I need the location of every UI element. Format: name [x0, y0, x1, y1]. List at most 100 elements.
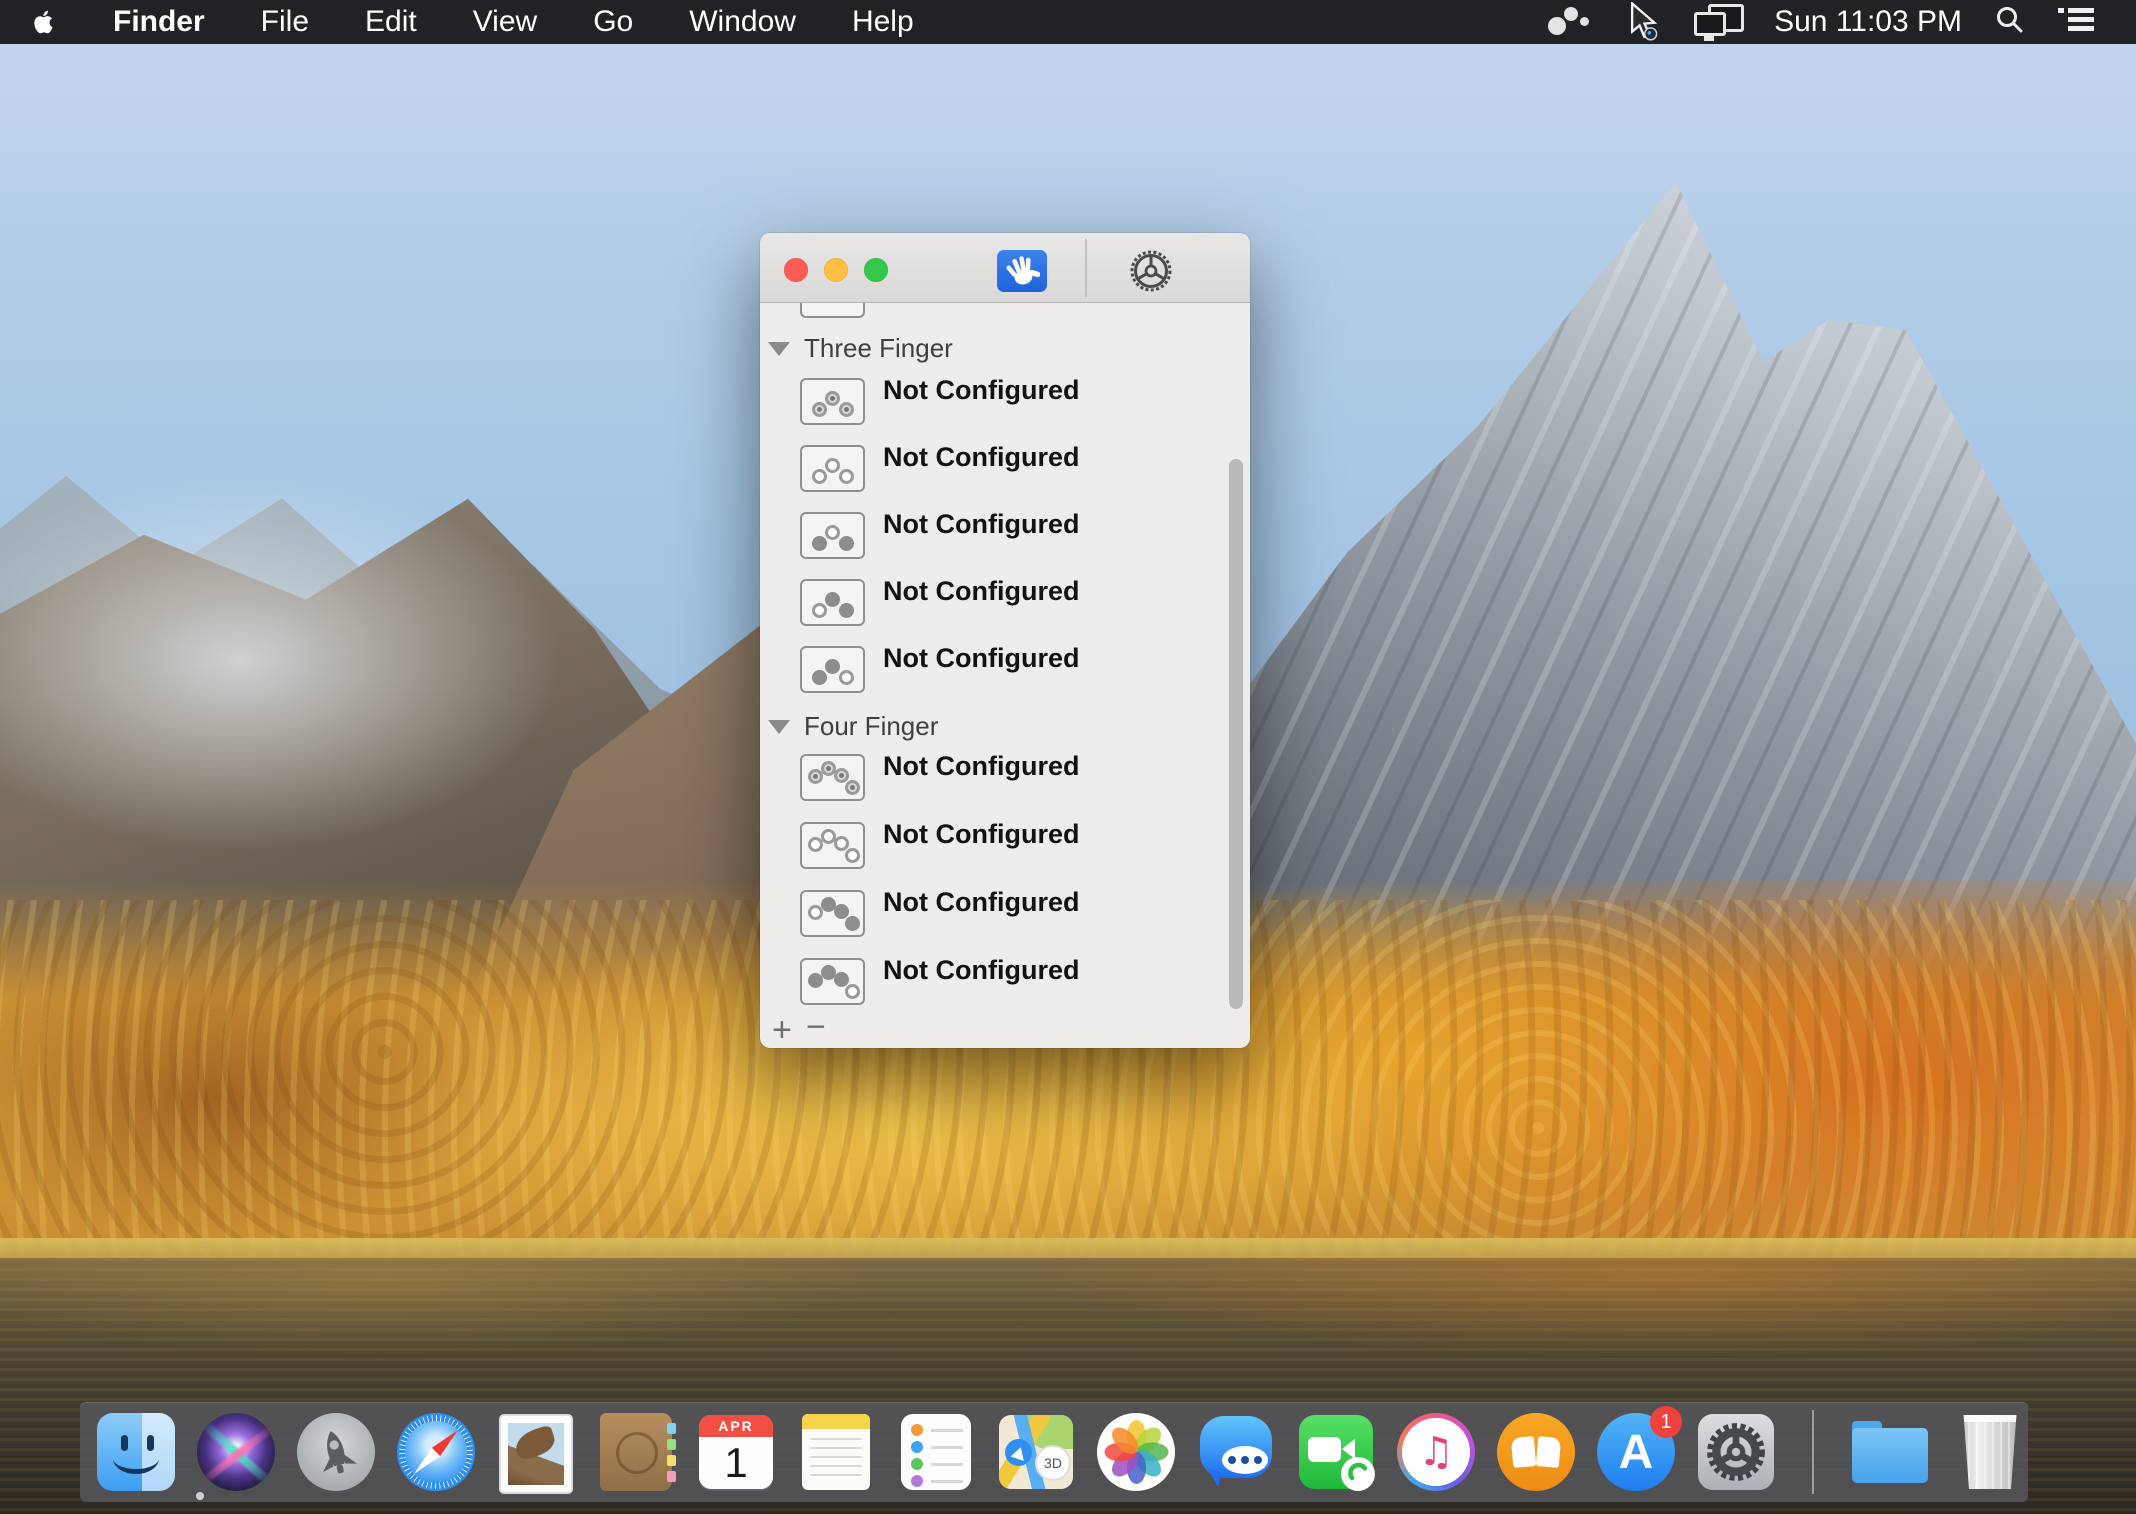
dock-item-system-preferences[interactable]	[1696, 1412, 1776, 1492]
dock-item-photos[interactable]	[1096, 1412, 1176, 1492]
section-header-four-finger[interactable]: Four Finger	[768, 711, 938, 742]
menu-item-edit[interactable]: Edit	[365, 5, 417, 39]
gesture-icon-partial[interactable]	[800, 303, 865, 318]
dock-item-mail[interactable]	[496, 1412, 576, 1492]
finder-icon	[97, 1413, 175, 1491]
gesture-action-label[interactable]: Not Configured	[883, 887, 1079, 918]
dock-item-app-store[interactable]: A 1	[1596, 1412, 1676, 1492]
facetime-camera-icon	[1299, 1415, 1373, 1489]
close-button[interactable]	[784, 258, 808, 282]
gesture-action-label[interactable]: Not Configured	[883, 509, 1079, 540]
dock-item-itunes[interactable]: ♫	[1396, 1412, 1476, 1492]
apple-logo-icon	[30, 6, 57, 38]
menu-item-finder[interactable]: Finder	[113, 5, 205, 39]
gesture-config-window: Three Finger Not Configured Not Configur…	[760, 233, 1250, 1048]
gesture-icon[interactable]	[800, 512, 865, 559]
gesture-action-label[interactable]: Not Configured	[883, 751, 1079, 782]
toolbar-separator	[1085, 239, 1087, 297]
menu-item-go[interactable]: Go	[593, 5, 633, 39]
menu-bar: Finder File Edit View Go Window Help Sun…	[0, 0, 2136, 44]
window-titlebar[interactable]	[760, 233, 1250, 303]
apple-menu[interactable]	[30, 6, 57, 38]
notification-center-icon[interactable]	[2058, 5, 2094, 40]
spotlight-search-icon[interactable]	[1994, 4, 2026, 41]
dock-item-facetime[interactable]	[1296, 1412, 1376, 1492]
add-gesture-button[interactable]: +	[772, 1015, 792, 1045]
gesture-action-label[interactable]: Not Configured	[883, 442, 1079, 473]
music-note-glyph: ♫	[1418, 1429, 1454, 1475]
calendar-icon: APR 1	[699, 1415, 773, 1489]
menu-item-file[interactable]: File	[261, 5, 309, 39]
gesture-icon[interactable]	[800, 378, 865, 425]
reminders-icon	[901, 1414, 971, 1490]
dock-item-siri[interactable]	[196, 1412, 276, 1492]
notes-icon	[802, 1414, 870, 1490]
menu-item-help[interactable]: Help	[852, 5, 914, 39]
menu-bar-clock[interactable]: Sun 11:03 PM	[1774, 5, 1962, 39]
gesture-icon[interactable]	[800, 646, 865, 693]
gesture-list: Three Finger Not Configured Not Configur…	[760, 303, 1250, 1048]
siri-icon	[197, 1413, 275, 1491]
minimize-button[interactable]	[824, 258, 848, 282]
section-header-three-finger[interactable]: Three Finger	[768, 333, 953, 364]
menu-item-view[interactable]: View	[473, 5, 537, 39]
dock-item-safari[interactable]	[396, 1412, 476, 1492]
gesture-icon[interactable]	[800, 754, 865, 801]
dock-item-reminders[interactable]	[896, 1412, 976, 1492]
scrollbar-thumb[interactable]	[1229, 459, 1243, 1009]
disclosure-triangle-icon[interactable]	[768, 720, 790, 734]
contacts-book-icon	[600, 1413, 672, 1491]
calendar-month-label: APR	[699, 1415, 773, 1437]
dock-item-finder[interactable]	[96, 1412, 176, 1492]
display-mirroring-icon[interactable]	[1694, 4, 1742, 40]
gesture-icon[interactable]	[800, 958, 865, 1005]
gesture-icon[interactable]	[800, 445, 865, 492]
menu-item-window[interactable]: Window	[689, 5, 796, 39]
section-label: Three Finger	[804, 333, 953, 364]
trackpad-hand-icon	[1004, 253, 1040, 289]
launchpad-rocket-icon	[297, 1413, 375, 1491]
gear-icon	[1128, 248, 1174, 294]
dock-item-maps[interactable]: 3D	[996, 1412, 1076, 1492]
photos-flower-icon	[1097, 1413, 1175, 1491]
zoom-button[interactable]	[864, 258, 888, 282]
gesture-dots-icon[interactable]	[1548, 5, 1594, 39]
dock-item-folder[interactable]	[1850, 1412, 1930, 1492]
dock-item-notes[interactable]	[796, 1412, 876, 1492]
system-preferences-gear-icon	[1698, 1414, 1774, 1490]
gesture-icon[interactable]	[800, 579, 865, 626]
finder-running-indicator	[196, 1492, 204, 1500]
trash-icon	[1960, 1415, 2020, 1489]
wallpaper-fog	[0, 470, 560, 850]
itunes-note-icon: ♫	[1397, 1413, 1475, 1491]
gesture-action-label[interactable]: Not Configured	[883, 375, 1079, 406]
remove-gesture-button[interactable]: −	[806, 1012, 826, 1042]
gesture-action-label[interactable]: Not Configured	[883, 643, 1079, 674]
gesture-action-label[interactable]: Not Configured	[883, 819, 1079, 850]
trackpad-tab-button[interactable]	[997, 250, 1047, 292]
settings-tab-button[interactable]	[1128, 248, 1174, 294]
dock-item-trash[interactable]	[1950, 1412, 2030, 1492]
dock-item-books[interactable]	[1496, 1412, 1576, 1492]
section-label: Four Finger	[804, 711, 938, 742]
dock: APR 1 3D	[80, 1402, 2028, 1502]
dock-item-launchpad[interactable]	[296, 1412, 376, 1492]
gesture-icon[interactable]	[800, 822, 865, 869]
notification-badge: 1	[1650, 1406, 1682, 1438]
dock-item-messages[interactable]	[1196, 1412, 1276, 1492]
pointer-icon	[1626, 2, 1662, 42]
dock-item-contacts[interactable]	[596, 1412, 676, 1492]
gesture-action-label[interactable]: Not Configured	[883, 955, 1079, 986]
maps-3d-label: 3D	[1035, 1445, 1071, 1481]
maps-icon: 3D	[999, 1415, 1073, 1489]
folder-icon	[1852, 1421, 1928, 1483]
disclosure-triangle-icon[interactable]	[768, 342, 790, 356]
books-icon	[1497, 1413, 1575, 1491]
dock-item-calendar[interactable]: APR 1	[696, 1412, 776, 1492]
gesture-action-label[interactable]: Not Configured	[883, 576, 1079, 607]
safari-compass-icon	[397, 1413, 475, 1491]
mail-stamp-icon	[501, 1416, 571, 1492]
calendar-day-label: 1	[699, 1437, 773, 1489]
gesture-icon[interactable]	[800, 890, 865, 937]
messages-bubble-icon	[1198, 1414, 1274, 1490]
